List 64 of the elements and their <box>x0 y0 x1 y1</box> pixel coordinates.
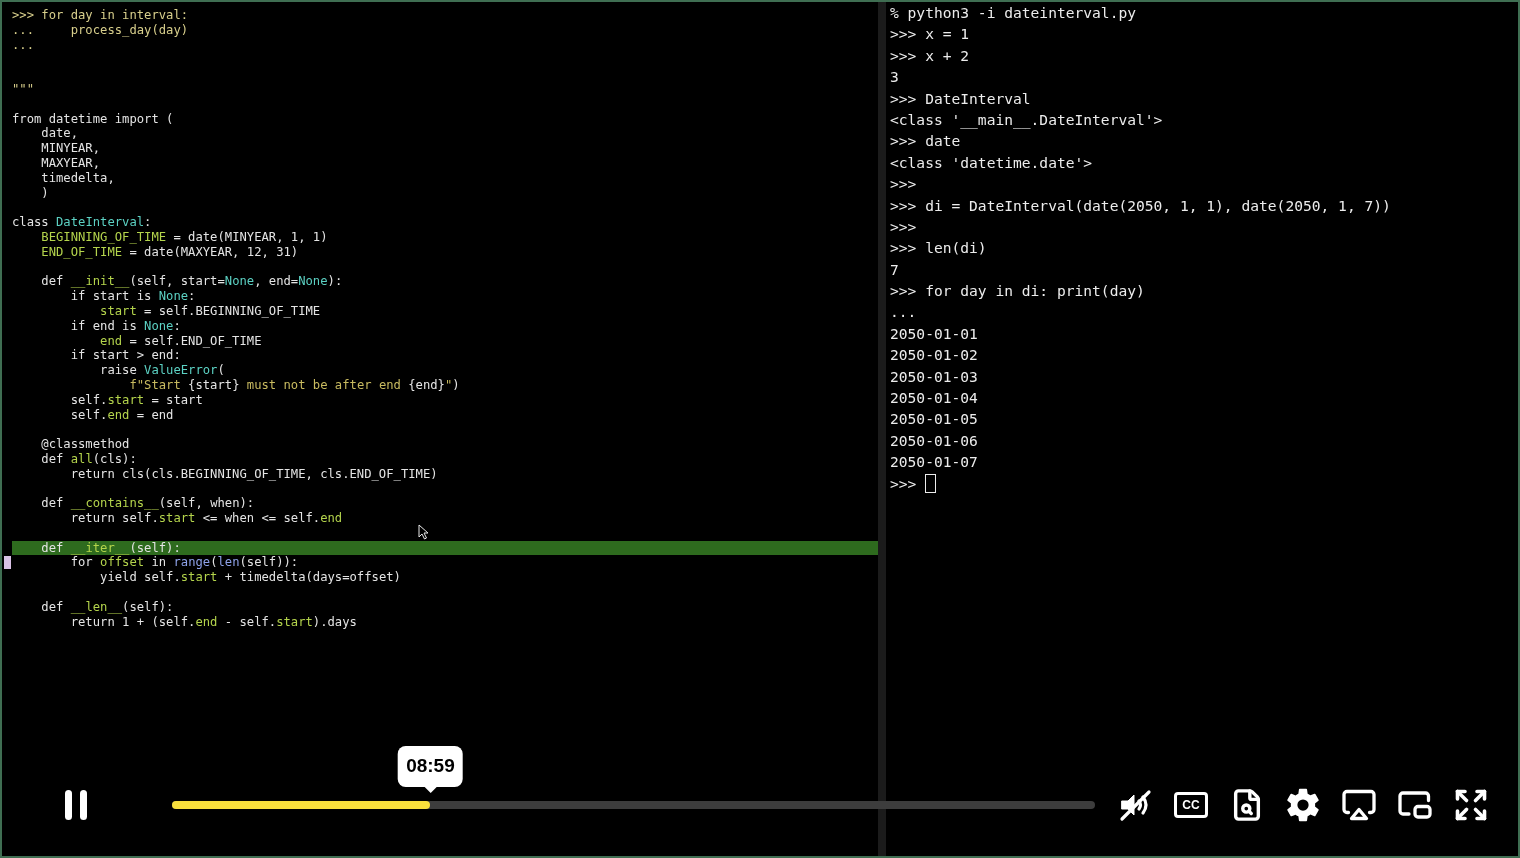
code-line: for offset in range(len(self)): <box>69 555 300 571</box>
terminal-line: 2050-01-05 <box>890 409 978 430</box>
code-line: date, <box>40 126 80 142</box>
time-tooltip: 08:59 <box>398 746 463 787</box>
terminal-line: 2050-01-02 <box>890 345 978 366</box>
terminal-line: >>> <box>890 174 917 195</box>
code-line: class DateInterval: <box>12 215 153 230</box>
fullscreen-icon <box>1453 787 1489 823</box>
code-line: self.start = start <box>69 392 204 408</box>
code-line: if start > end: <box>69 348 182 364</box>
code-line: ... <box>12 37 35 53</box>
code-line: def __contains__(self, when): <box>40 496 256 512</box>
code-line: timedelta, <box>40 170 116 186</box>
mouse-pointer-icon <box>418 524 429 540</box>
terminal-line: >>> len(di) <box>890 238 987 259</box>
terminal-line: >>> x + 2 <box>890 45 970 66</box>
code-line: ) <box>40 185 50 201</box>
terminal-line: 2050-01-06 <box>890 430 978 451</box>
code-line: self.end = end <box>69 407 175 423</box>
code-line: if start is None: <box>69 289 197 304</box>
progress-track[interactable] <box>172 801 1095 809</box>
terminal-line: 2050-01-07 <box>890 452 978 473</box>
terminal-line: >>> date <box>890 131 961 152</box>
code-line: return cls(cls.BEGINNING_OF_TIME, cls.END_OF_TIME) <box>69 466 439 482</box>
code-line: yield self.start + timedelta(days=offset) <box>99 570 402 586</box>
tooltip-pointer-icon <box>424 787 437 793</box>
screen-cast-icon <box>1341 787 1377 823</box>
code-line: def all(cls): <box>40 451 138 467</box>
terminal-line: <class '__main__.DateInterval'> <box>890 109 1163 131</box>
code-line: return 1 + (self.end - self.start).days <box>69 614 358 630</box>
terminal-line: >>> di = DateInterval(date(2050, 1, 1), date(2050, 1, 7)) <box>890 195 1391 216</box>
code-line: start = self.BEGINNING_OF_TIME <box>99 303 322 319</box>
terminal-line: 7 <box>890 259 899 280</box>
code-line: def __init__(self, start=None, end=None): <box>40 274 344 290</box>
terminal-line: 3 <box>890 67 899 88</box>
terminal-line: % python3 -i dateinterval.py <box>890 3 1136 23</box>
code-line: return self.start <= when <= self.end <box>69 511 344 526</box>
terminal-line: >>> DateInterval <box>890 88 1031 109</box>
sound-waves-off-icon <box>1118 788 1152 822</box>
code-line: def __len__(self): <box>40 599 175 615</box>
code-line: raise ValueError( <box>99 363 226 378</box>
terminal-line: 2050-01-03 <box>890 366 978 387</box>
text-cursor-icon <box>4 556 11 569</box>
code-line: from datetime import ( <box>12 111 175 127</box>
terminal-line: 2050-01-01 <box>890 323 978 344</box>
terminal-line: <class 'datetime.date'> <box>890 152 1093 173</box>
code-line: END_OF_TIME = date(MAXYEAR, 12, 31) <box>40 244 300 260</box>
code-line: ... process_day(day) <box>12 22 190 38</box>
terminal-line: 2050-01-04 <box>890 388 978 409</box>
code-line: MINYEAR, <box>40 141 102 156</box>
code-line: """ <box>12 82 35 97</box>
terminal-line: >>> for day in di: print(day) <box>890 281 1145 302</box>
terminal-line: >>> <box>890 473 917 494</box>
code-line: BEGINNING_OF_TIME = date(MINYEAR, 1, 1) <box>40 229 329 245</box>
terminal-line: ... <box>890 302 917 323</box>
code-line: MAXYEAR, <box>40 155 102 171</box>
settings-icon <box>1285 787 1321 823</box>
terminal-line: >>> x = 1 <box>890 24 970 45</box>
code-line: end = self.END_OF_TIME <box>99 333 263 349</box>
terminal-line: >>> <box>890 216 917 237</box>
code-line: >>> for day in interval: <box>12 8 190 23</box>
code-line: @classmethod <box>40 437 131 452</box>
code-line: f"Start {start} must not be after end {end}") <box>128 377 461 393</box>
code-line: if end is None: <box>69 318 182 334</box>
